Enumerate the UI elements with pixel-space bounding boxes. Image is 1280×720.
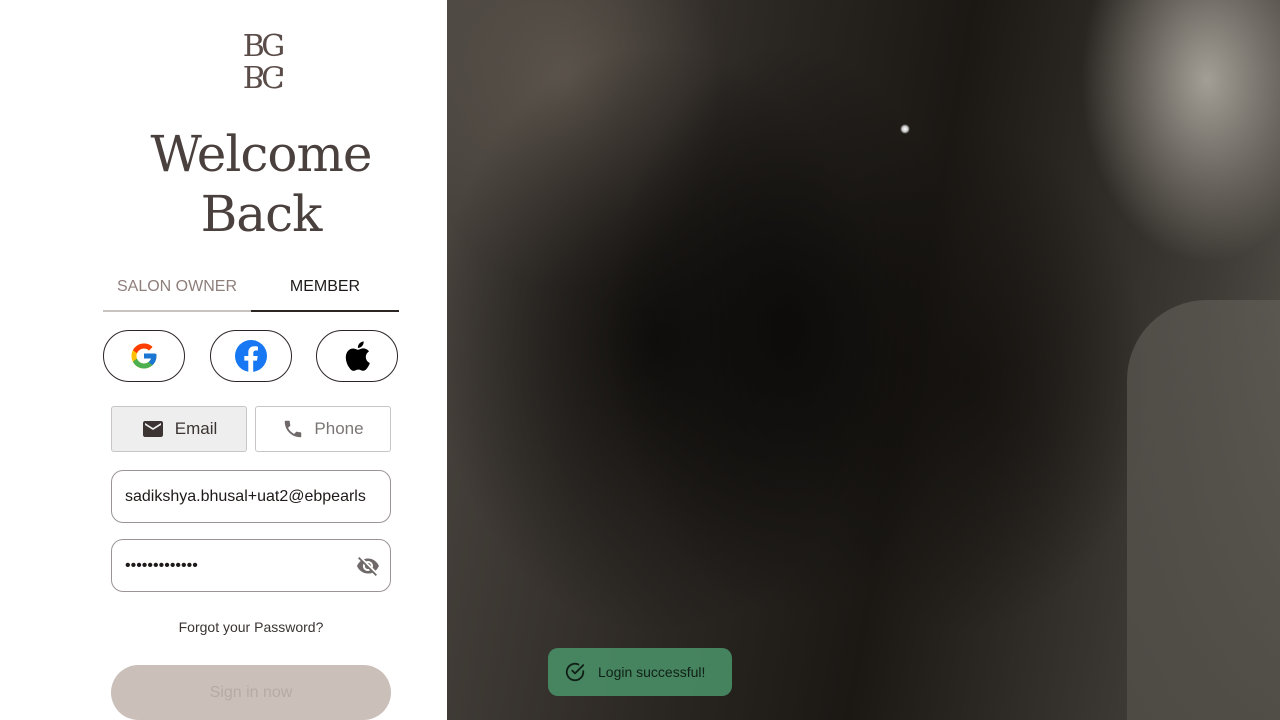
brand-logo: BG BG	[234, 32, 290, 94]
phone-icon	[285, 420, 302, 438]
toast-message: Login successful!	[598, 664, 706, 680]
forgot-password-link[interactable]: Forgot your Password?	[111, 619, 391, 635]
password-field	[111, 539, 391, 592]
hero-photo	[447, 0, 1280, 720]
tab-salon-owner[interactable]: SALON OWNER	[103, 270, 251, 312]
email-input[interactable]	[125, 471, 383, 522]
email-field	[111, 470, 391, 523]
mail-icon	[142, 421, 163, 437]
apple-icon	[345, 341, 370, 371]
apple-login-button[interactable]	[316, 330, 398, 382]
password-input[interactable]	[125, 540, 353, 591]
sign-in-button[interactable]: Sign in now	[111, 665, 391, 720]
google-icon	[131, 343, 157, 369]
title-line-2: Back	[200, 185, 323, 243]
user-type-tabs: SALON OWNER MEMBER	[103, 270, 399, 312]
check-circle-icon	[565, 662, 585, 682]
eye-off-icon[interactable]	[356, 554, 380, 578]
page-title: Welcome Back	[0, 124, 522, 244]
google-login-button[interactable]	[103, 330, 185, 382]
phone-method-button[interactable]: Phone	[255, 406, 391, 452]
photo-hair-shadow	[527, 0, 1047, 720]
login-panel: BG BG Welcome Back SALON OWNER MEMBER Em…	[0, 0, 447, 720]
phone-method-label: Phone	[314, 419, 364, 438]
success-toast: Login successful!	[548, 648, 732, 696]
facebook-login-button[interactable]	[210, 330, 292, 382]
email-method-label: Email	[174, 419, 218, 438]
title-line-1: Welcome	[150, 125, 372, 183]
photo-earring	[900, 124, 910, 134]
email-method-button[interactable]: Email	[111, 406, 247, 452]
tab-member[interactable]: MEMBER	[251, 270, 399, 312]
logo-text-bottom: BG	[242, 58, 282, 93]
facebook-icon	[235, 340, 267, 372]
photo-shoulder	[1127, 300, 1280, 720]
